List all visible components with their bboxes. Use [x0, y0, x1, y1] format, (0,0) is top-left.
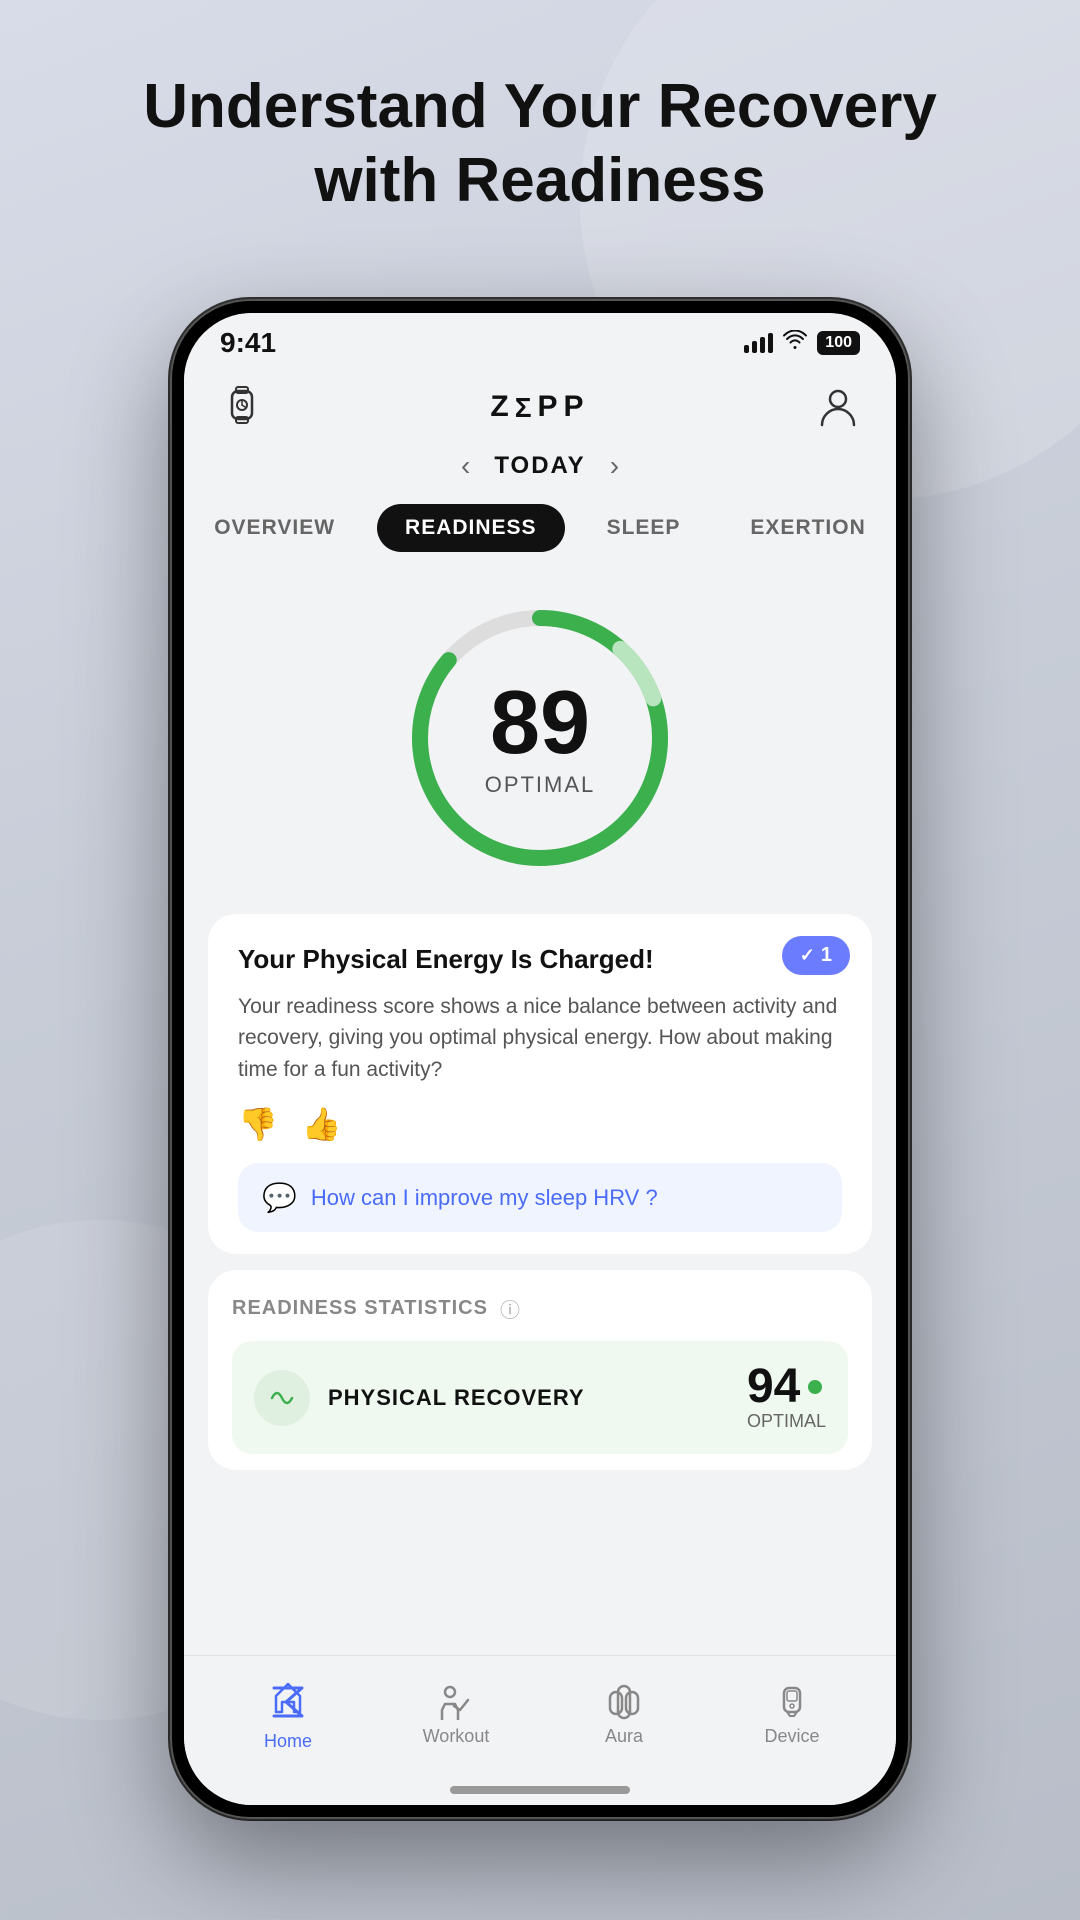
- score-label: OPTIMAL: [485, 772, 596, 798]
- energy-card: ✓ 1 Your Physical Energy Is Charged! You…: [208, 914, 872, 1255]
- card-description: Your readiness score shows a nice balanc…: [238, 991, 842, 1086]
- app-header: ZΣPP: [184, 373, 896, 442]
- tab-readiness[interactable]: READINESS: [377, 504, 565, 552]
- ai-question-text: How can I improve my sleep HRV ?: [311, 1185, 658, 1211]
- current-date: TODAY: [494, 452, 585, 480]
- headline-line2: with Readiness: [314, 146, 765, 215]
- device-icon: [772, 1684, 812, 1720]
- physical-recovery-row: PHYSICAL RECOVERY 94 OPTIMAL: [232, 1341, 848, 1454]
- tab-overview[interactable]: OVERVIEW: [186, 504, 363, 552]
- watch-icon: [220, 383, 264, 432]
- stat-value-area: 94 OPTIMAL: [747, 1363, 826, 1432]
- green-status-dot: [808, 1380, 822, 1394]
- status-bar: 9:41 100: [184, 313, 896, 373]
- card-title: Your Physical Energy Is Charged!: [238, 944, 691, 975]
- stat-number: 94: [747, 1363, 826, 1411]
- status-icons: 100: [744, 330, 860, 356]
- stat-sublabel: OPTIMAL: [747, 1411, 826, 1432]
- badge-count: 1: [821, 944, 832, 967]
- score-area: 89 OPTIMAL: [184, 568, 896, 898]
- thumbs-down-button[interactable]: 👎: [238, 1105, 278, 1143]
- stat-name: PHYSICAL RECOVERY: [328, 1385, 729, 1411]
- thumbs-up-button[interactable]: 👍: [302, 1105, 342, 1143]
- readiness-stats-card: READINESS STATISTICS ⓘ PHYSICAL RECOVERY…: [208, 1270, 872, 1470]
- tab-exertion[interactable]: EXERTION: [722, 504, 893, 552]
- score-value: 89: [485, 678, 596, 768]
- feedback-icons: 👎 👍: [238, 1105, 842, 1143]
- nav-workout[interactable]: Workout: [396, 1684, 516, 1747]
- aura-icon: [602, 1684, 646, 1720]
- bottom-navigation: Home Workout Aura: [184, 1655, 896, 1775]
- nav-aura[interactable]: Aura: [564, 1684, 684, 1747]
- recovery-icon-circle: [254, 1370, 310, 1426]
- profile-icon[interactable]: [816, 383, 860, 432]
- status-time: 9:41: [220, 327, 276, 359]
- card-badge: ✓ 1: [782, 936, 850, 975]
- battery-icon: 100: [817, 331, 860, 355]
- signal-icon: [744, 333, 773, 353]
- home-indicator: [450, 1786, 630, 1794]
- ai-chat-icon: 💬: [262, 1181, 297, 1214]
- stat-value: 94: [747, 1363, 800, 1411]
- phone-frame: 9:41 100: [170, 299, 910, 1819]
- date-navigation: ‹ TODAY ›: [184, 442, 896, 494]
- scroll-content: ✓ 1 Your Physical Energy Is Charged! You…: [184, 898, 896, 1655]
- stats-header: READINESS STATISTICS ⓘ: [232, 1294, 848, 1323]
- headline: Understand Your Recovery with Readiness: [130, 70, 950, 219]
- ai-question-button[interactable]: 💬 How can I improve my sleep HRV ?: [238, 1163, 842, 1232]
- tab-bar: OVERVIEW READINESS SLEEP EXERTION: [184, 494, 896, 568]
- workout-icon: [434, 1684, 478, 1720]
- nav-device[interactable]: Device: [732, 1684, 852, 1747]
- prev-date-button[interactable]: ‹: [461, 450, 470, 482]
- headline-line1: Understand Your Recovery: [143, 72, 937, 141]
- stats-title: READINESS STATISTICS: [232, 1297, 488, 1320]
- home-bar: [184, 1775, 896, 1805]
- home-sigma-icon: [268, 1684, 308, 1720]
- app-logo: ZΣPP: [490, 390, 589, 424]
- next-date-button[interactable]: ›: [610, 450, 619, 482]
- info-icon[interactable]: ⓘ: [500, 1294, 520, 1323]
- check-icon: ✓: [800, 945, 815, 966]
- tab-sleep[interactable]: SLEEP: [579, 504, 709, 552]
- readiness-circle: 89 OPTIMAL: [400, 598, 680, 878]
- nav-device-label: Device: [764, 1726, 819, 1747]
- nav-aura-label: Aura: [605, 1726, 643, 1747]
- phone-screen: 9:41 100: [184, 313, 896, 1805]
- wifi-icon: [783, 330, 807, 356]
- nav-home[interactable]: Home: [228, 1678, 348, 1752]
- score-display: 89 OPTIMAL: [485, 678, 596, 798]
- nav-home-label: Home: [264, 1731, 312, 1752]
- nav-workout-label: Workout: [423, 1726, 490, 1747]
- battery-level: 100: [825, 334, 852, 352]
